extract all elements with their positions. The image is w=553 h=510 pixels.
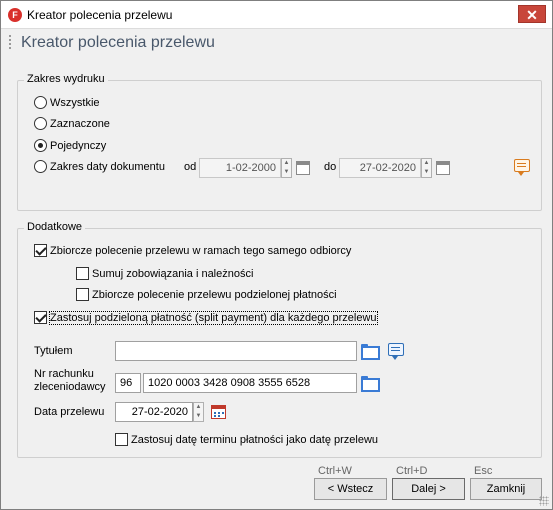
- next-button[interactable]: Dalej >: [392, 478, 465, 500]
- account-number-input[interactable]: 1020 0003 3428 0908 3555 6528: [143, 373, 357, 393]
- use-due-date-box[interactable]: [115, 433, 128, 446]
- sum-liabilities-checkbox[interactable]: Sumuj zobowiązania i należności: [76, 267, 253, 280]
- back-shortcut: Ctrl+W: [318, 465, 352, 477]
- from-label: od: [184, 161, 197, 173]
- collective-split-box[interactable]: [76, 288, 89, 301]
- app-logo-icon: F: [8, 8, 22, 22]
- additional-legend: Dodatkowe: [24, 221, 86, 233]
- transfer-date-label: Data przelewu: [34, 406, 105, 418]
- date-to-calendar-icon[interactable]: [436, 161, 450, 175]
- account-label-line2: zleceniodawcy: [34, 381, 106, 393]
- collective-split-checkbox[interactable]: Zbiorcze polecenie przelewu podzielonej …: [76, 288, 337, 301]
- title-label: Tytułem: [34, 345, 73, 357]
- account-prefix-input[interactable]: 96: [115, 373, 141, 393]
- dialog-window: F Kreator polecenia przelewu ✕ Kreator p…: [0, 0, 553, 510]
- title-folder-icon[interactable]: [361, 344, 380, 360]
- close-button[interactable]: Zamknij: [470, 478, 542, 500]
- date-to-spinner[interactable]: ▲ ▼: [421, 158, 432, 178]
- next-shortcut: Ctrl+D: [396, 465, 428, 477]
- close-window-button[interactable]: ✕: [518, 5, 546, 23]
- radio-single-label: Pojedynczy: [50, 139, 107, 152]
- date-from-calendar-icon[interactable]: [296, 161, 310, 175]
- transfer-date-input[interactable]: 27-02-2020: [115, 402, 193, 422]
- radio-single[interactable]: Pojedynczy: [34, 139, 106, 152]
- date-from-spinner[interactable]: ▲ ▼: [281, 158, 292, 178]
- split-payment-label: Zastosuj podzieloną płatność (split paym…: [49, 310, 378, 325]
- split-payment-box[interactable]: [34, 311, 47, 324]
- sum-liabilities-label: Sumuj zobowiązania i należności: [92, 267, 254, 280]
- split-payment-checkbox[interactable]: Zastosuj podzieloną płatność (split paym…: [34, 310, 378, 325]
- use-due-date-label: Zastosuj datę terminu płatności jako dat…: [131, 433, 379, 446]
- title-comment-icon[interactable]: [388, 343, 404, 360]
- radio-single-indicator[interactable]: [34, 139, 47, 152]
- close-shortcut: Esc: [474, 465, 493, 477]
- calendar-icon[interactable]: [211, 405, 226, 419]
- radio-date-range[interactable]: Zakres daty dokumentu: [34, 160, 165, 173]
- resize-grip-icon[interactable]: [539, 496, 549, 506]
- use-due-date-checkbox[interactable]: Zastosuj datę terminu płatności jako dat…: [115, 433, 378, 446]
- account-folder-icon[interactable]: [361, 376, 380, 392]
- transfer-date-spinner[interactable]: ▲ ▼: [193, 402, 204, 422]
- date-from-field[interactable]: 1-02-2000: [199, 158, 281, 178]
- radio-all-label: Wszystkie: [50, 96, 100, 109]
- radio-date-range-label: Zakres daty dokumentu: [50, 160, 165, 173]
- radio-date-range-indicator[interactable]: [34, 160, 47, 173]
- radio-all[interactable]: Wszystkie: [34, 96, 100, 109]
- drag-grip-icon: [9, 35, 12, 49]
- collective-transfer-box[interactable]: [34, 244, 47, 257]
- page-title: Kreator polecenia przelewu: [21, 34, 215, 51]
- window-title: Kreator polecenia przelewu: [27, 8, 173, 22]
- collective-split-label: Zbiorcze polecenie przelewu podzielonej …: [92, 288, 337, 301]
- radio-all-indicator[interactable]: [34, 96, 47, 109]
- radio-selected-label: Zaznaczone: [50, 117, 110, 130]
- to-label: do: [324, 161, 337, 173]
- back-button[interactable]: < Wstecz: [314, 478, 387, 500]
- collective-transfer-label: Zbiorcze polecenie przelewu w ramach teg…: [50, 244, 352, 257]
- sum-liabilities-box[interactable]: [76, 267, 89, 280]
- radio-selected-indicator[interactable]: [34, 117, 47, 130]
- account-label-line1: Nr rachunku: [34, 368, 94, 380]
- title-input[interactable]: [115, 341, 357, 361]
- print-range-legend: Zakres wydruku: [24, 73, 108, 85]
- radio-selected[interactable]: Zaznaczone: [34, 117, 110, 130]
- date-to-field[interactable]: 27-02-2020: [339, 158, 421, 178]
- collective-transfer-checkbox[interactable]: Zbiorcze polecenie przelewu w ramach teg…: [34, 244, 351, 257]
- title-bar[interactable]: F Kreator polecenia przelewu ✕: [1, 1, 552, 29]
- comment-icon[interactable]: [514, 159, 530, 176]
